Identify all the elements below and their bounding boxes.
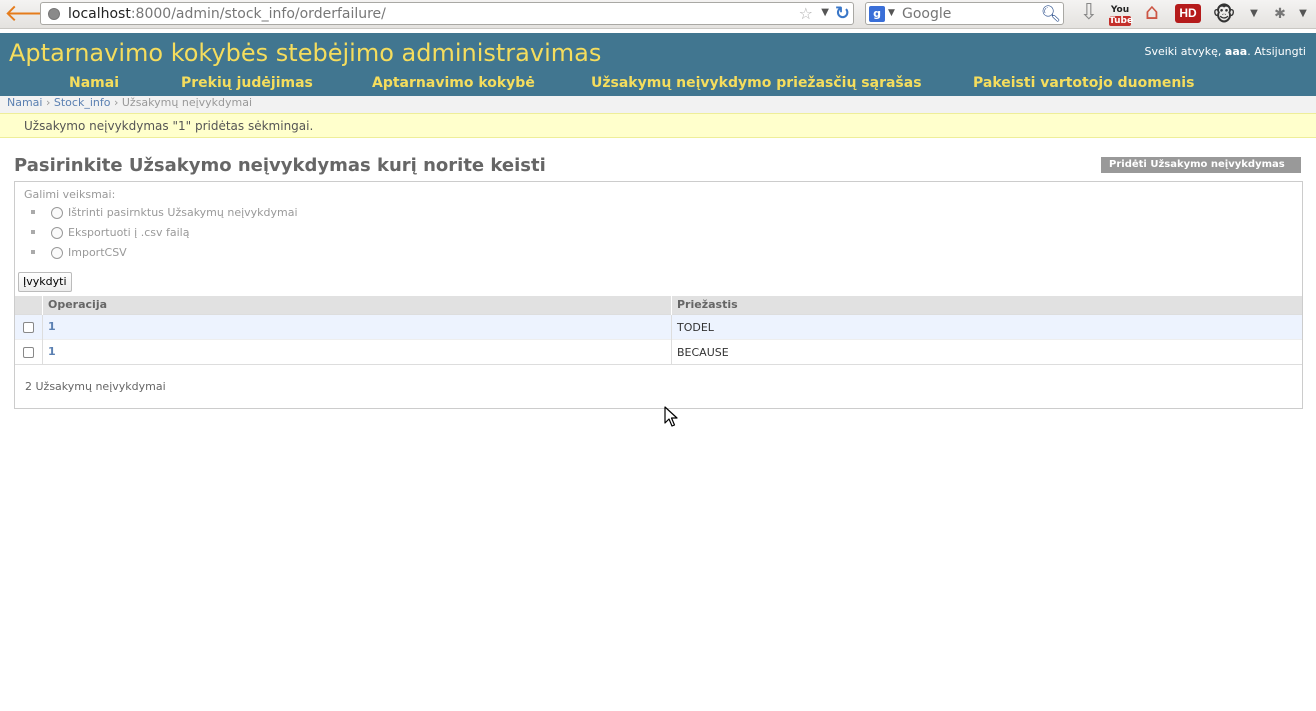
back-arrow-icon[interactable]: 🡐 xyxy=(4,1,68,26)
site-title: Aptarnavimo kokybės stebėjimo administra… xyxy=(9,39,602,67)
row-reason: TODEL xyxy=(677,321,714,334)
search-engine-icon[interactable]: g xyxy=(869,6,885,22)
column-divider xyxy=(42,340,43,365)
username: aaa xyxy=(1224,45,1248,58)
row-checkbox[interactable] xyxy=(23,347,34,358)
result-count: 2 Užsakymų neįvykdymai xyxy=(25,380,166,393)
column-divider xyxy=(42,315,43,340)
nav-service-quality[interactable]: Aptarnavimo kokybė xyxy=(372,75,535,91)
admin-header: Aptarnavimo kokybės stebėjimo administra… xyxy=(0,33,1316,96)
message-text: Užsakymo neįvykdymas "1" pridėtas sėkmin… xyxy=(24,119,314,133)
url-path: :8000/admin/stock_info/orderfailure/ xyxy=(130,6,386,22)
paginator: 2 Užsakymų neįvykdymai xyxy=(15,364,1302,408)
bullet-icon xyxy=(31,250,35,254)
action-label: Ištrinti pasirnktus Užsakymų neįvykdymai xyxy=(68,206,298,219)
row-reason: BECAUSE xyxy=(677,346,729,359)
row-operation-link[interactable]: 1 xyxy=(48,345,56,358)
url-text[interactable]: localhost:8000/admin/stock_info/orderfai… xyxy=(68,6,386,22)
result-table: Operacija Priežastis 1 TODEL 1 BECAUSE xyxy=(15,296,1302,365)
browser-toolbar: 🡐 localhost:8000/admin/stock_info/orderf… xyxy=(0,0,1316,29)
action-radio[interactable] xyxy=(51,247,63,259)
reload-icon[interactable]: ↻ xyxy=(835,3,850,24)
search-icon[interactable]: 🔍︎ xyxy=(1041,4,1061,23)
site-identity-icon[interactable] xyxy=(48,8,60,20)
chevron-down-icon[interactable]: ▼ xyxy=(888,8,895,18)
action-radio[interactable] xyxy=(51,227,63,239)
row-checkbox[interactable] xyxy=(23,322,34,333)
address-bar[interactable]: localhost:8000/admin/stock_info/orderfai… xyxy=(40,2,854,25)
action-label: ImportCSV xyxy=(68,246,127,259)
user-tools: Sveiki atvykę, aaa. Atsijungti xyxy=(1144,45,1306,58)
search-input[interactable] xyxy=(902,4,1042,23)
chevron-down-icon[interactable]: ▼ xyxy=(1248,2,1260,26)
table-row: 1 BECAUSE xyxy=(15,340,1302,365)
nav-failure-reasons[interactable]: Užsakymų neįvykdymo priežasčių sąrašas xyxy=(591,75,922,91)
breadcrumb-home[interactable]: Namai xyxy=(7,96,42,109)
column-divider xyxy=(671,296,672,315)
breadcrumb: Namai › Stock_info › Užsakymų neįvykdyma… xyxy=(0,96,1316,113)
changelist: Galimi veiksmai: Ištrinti pasirnktus Užs… xyxy=(14,181,1303,409)
column-header-reason[interactable]: Priežastis xyxy=(677,298,738,311)
action-label: Eksportuoti į .csv failą xyxy=(68,226,190,239)
bookmark-star-icon[interactable]: ☆ xyxy=(799,4,813,23)
column-divider xyxy=(42,296,43,315)
row-operation-link[interactable]: 1 xyxy=(48,320,56,333)
hd-icon[interactable]: HD xyxy=(1175,4,1201,23)
user-greeting: Sveiki atvykę, xyxy=(1144,45,1222,58)
nav-stock-movement[interactable]: Prekių judėjimas xyxy=(181,75,313,91)
table-header: Operacija Priežastis xyxy=(15,296,1302,315)
page-title: Pasirinkite Užsakymo neįvykdymas kurį no… xyxy=(14,155,546,176)
nav-home[interactable]: Namai xyxy=(69,75,119,91)
action-radio[interactable] xyxy=(51,207,63,219)
home-icon[interactable]: ⌂ xyxy=(1140,2,1164,26)
add-button[interactable]: Pridėti Užsakymo neįvykdymas xyxy=(1101,157,1301,173)
column-header-operation[interactable]: Operacija xyxy=(48,298,107,311)
bullet-icon xyxy=(31,210,35,214)
column-divider xyxy=(671,340,672,365)
column-divider xyxy=(671,315,672,340)
breadcrumb-app[interactable]: Stock_info xyxy=(54,96,111,109)
execute-action-button[interactable]: Įvykdyti xyxy=(18,272,72,292)
chevron-down-icon[interactable]: ▼ xyxy=(1297,2,1309,26)
breadcrumb-separator: › xyxy=(45,96,51,109)
mouse-cursor-icon xyxy=(664,406,678,427)
actions-label: Galimi veiksmai: xyxy=(24,188,116,201)
download-icon[interactable]: ⇩ xyxy=(1078,2,1100,26)
search-bar: g ▼ 🔍︎ xyxy=(865,2,1064,25)
table-row: 1 TODEL xyxy=(15,315,1302,340)
youtube-icon[interactable]: You Tube xyxy=(1109,2,1133,26)
logout-link[interactable]: Atsijungti xyxy=(1254,45,1306,58)
addon-bug-icon[interactable]: ✱ xyxy=(1268,2,1292,26)
breadcrumb-current: Užsakymų neįvykdymai xyxy=(121,96,253,109)
breadcrumb-separator: › xyxy=(113,96,119,109)
main-nav: Namai Prekių judėjimas Aptarnavimo kokyb… xyxy=(0,75,1316,95)
history-dropdown-icon[interactable]: ▼ xyxy=(821,7,829,18)
success-message: Užsakymo neįvykdymas "1" pridėtas sėkmin… xyxy=(0,113,1316,138)
nav-change-user[interactable]: Pakeisti vartotojo duomenis xyxy=(973,75,1194,91)
bullet-icon xyxy=(31,230,35,234)
url-host: localhost xyxy=(68,6,131,22)
greasemonkey-icon[interactable]: 🐵 xyxy=(1211,2,1237,26)
